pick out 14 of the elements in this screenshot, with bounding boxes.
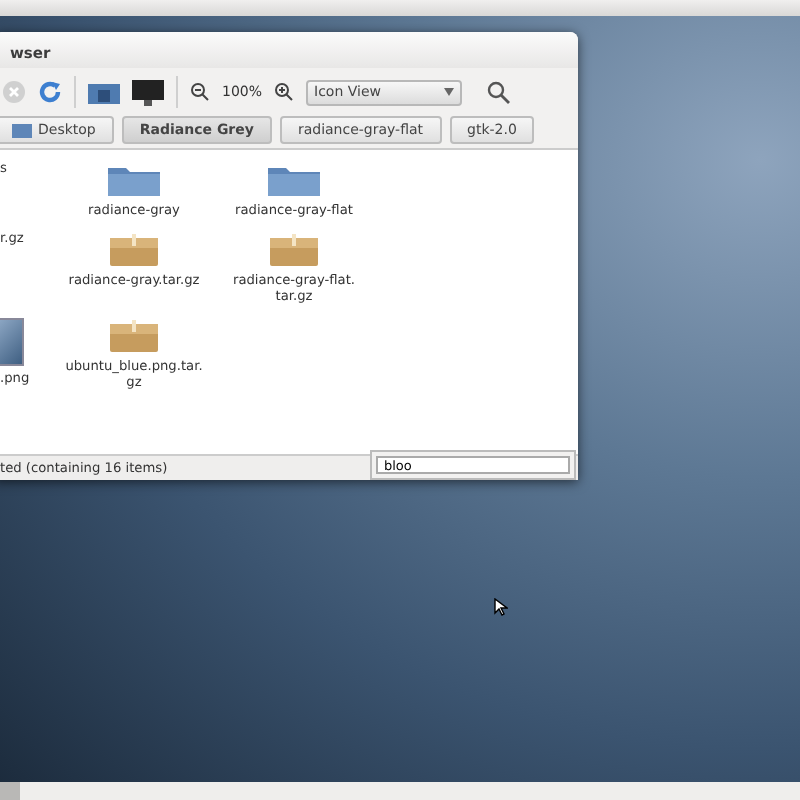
folder-icon xyxy=(266,162,322,198)
reload-icon[interactable] xyxy=(38,80,62,104)
mouse-pointer-icon xyxy=(494,598,508,616)
package-icon xyxy=(108,317,160,354)
zoom-out-icon[interactable] xyxy=(190,82,210,102)
package-icon xyxy=(268,231,320,268)
folder-icon xyxy=(12,123,32,137)
caret-icon xyxy=(444,88,455,96)
monitor-icon[interactable] xyxy=(132,79,164,105)
home-folder-icon[interactable] xyxy=(88,81,120,103)
zoom-in-icon[interactable] xyxy=(274,82,295,102)
search-icon[interactable] xyxy=(486,80,511,104)
folder-icon xyxy=(106,162,162,198)
package-icon xyxy=(108,231,160,268)
